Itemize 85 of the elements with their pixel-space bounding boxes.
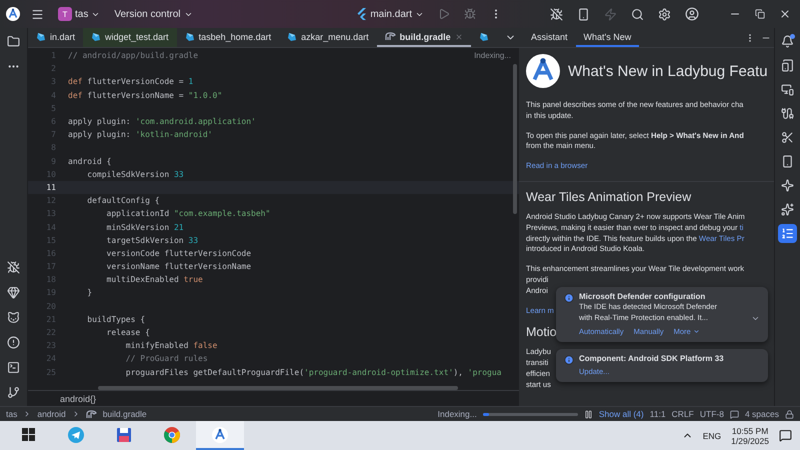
code-line: def flutterVersionName = "1.0.0"	[68, 90, 222, 100]
indexing-status: Indexing...	[438, 409, 477, 419]
project-selector[interactable]: T tas	[55, 5, 104, 23]
elephant-icon	[384, 32, 396, 41]
play-icon	[438, 8, 450, 20]
horizontal-scrollbar[interactable]	[98, 386, 458, 390]
notification-title: Component: Android SDK Platform 33	[579, 354, 724, 363]
editor-tab[interactable]: tasbeh_home.dart	[176, 28, 280, 47]
app-logo-icon	[212, 426, 228, 442]
editor-tab[interactable]: widget_test.dart	[83, 28, 177, 47]
bug-icon	[464, 8, 476, 20]
windows-icon	[22, 428, 34, 441]
editor-tab[interactable]: build.gradle	[376, 28, 471, 47]
code-line: versionName flutterVersionName	[106, 262, 252, 272]
language-indicator[interactable]: ENG	[702, 430, 722, 440]
version-control-menu[interactable]: Version control	[111, 6, 196, 22]
info-icon	[564, 355, 574, 365]
code-line: }	[86, 288, 92, 298]
indexing-label: Indexing...	[474, 51, 511, 60]
breadcrumb[interactable]: android{}	[60, 394, 96, 404]
code-line: android {	[68, 156, 112, 166]
code-line: // ProGuard rules	[124, 354, 208, 364]
breadcrumb-item[interactable]: android	[37, 409, 66, 419]
notification-title: Microsoft Defender configuration	[579, 292, 706, 301]
caret-icon	[692, 328, 700, 335]
code-line: def flutterVersionCode = 1	[68, 77, 194, 86]
indent-setting[interactable]: 4 spaces	[744, 409, 779, 419]
code-line: minifyEnabled false	[124, 341, 218, 350]
code-line: multiDexEnabled true	[106, 275, 203, 284]
expand-icon[interactable]	[751, 314, 760, 323]
browser-logo-icon	[164, 426, 180, 442]
code-line: apply plugin: 'com.android.application'	[68, 117, 256, 126]
list-icon[interactable]	[778, 224, 797, 243]
logo-icon	[357, 8, 368, 20]
file-icon	[287, 32, 298, 42]
panel-tab[interactable]: Assistant	[523, 28, 576, 47]
code-line: apply plugin: 'kotlin-android'	[68, 130, 212, 140]
code-line: defaultConfig {	[86, 196, 160, 206]
close-icon	[454, 32, 463, 40]
editor-tab[interactable]: in.dart	[28, 28, 84, 47]
encoding[interactable]: UTF-8	[700, 409, 724, 419]
code-line: applicationId "com.example.tasbeh"	[106, 209, 270, 218]
taskbar-app[interactable]	[196, 421, 244, 450]
line-separator[interactable]: CRLF	[672, 409, 694, 419]
clock-date[interactable]: 1/29/2025	[731, 436, 769, 446]
section-heading: Motio	[526, 325, 557, 340]
code-line: buildTypes {	[86, 314, 146, 324]
code-line: proguardFiles getDefaultProguardFile('proguard-android-optimize.txt'), 'progua	[124, 368, 502, 377]
search-icon	[631, 8, 644, 20]
code-line: compileSdkVersion 33	[86, 170, 184, 179]
section-heading: Wear Tiles Animation Preview	[526, 190, 692, 204]
pause-button[interactable]	[584, 410, 593, 418]
panel-title: What's New in Ladybug Featu	[568, 62, 768, 80]
code-line: minSdkVersion 21	[106, 222, 184, 232]
caret-position[interactable]: 11:1	[650, 409, 666, 419]
code-line: versionCode flutterVersionCode	[106, 248, 252, 258]
run-configuration[interactable]: main.dart	[354, 6, 427, 22]
project-badge: T	[58, 7, 72, 21]
code-line: // android/app/build.gradle	[68, 51, 198, 60]
clock-time[interactable]: 10:55 PM	[732, 426, 768, 436]
app-logo-icon	[526, 54, 560, 88]
menu-icon	[31, 8, 44, 20]
unread-dot	[790, 34, 795, 39]
panel-tab[interactable]: What's New	[576, 28, 640, 47]
code-line: release {	[106, 328, 150, 338]
file-icon	[184, 32, 195, 42]
notification-center-icon	[779, 429, 792, 442]
line-number: 11	[45, 182, 57, 192]
code-line: targetSdkVersion 33	[106, 236, 198, 245]
file-icon	[36, 32, 46, 42]
file-icon	[478, 32, 489, 42]
elephant-icon	[86, 410, 97, 418]
lock-icon	[785, 410, 794, 418]
vertical-scrollbar[interactable]	[513, 64, 517, 214]
breadcrumb-item[interactable]: build.gradle	[102, 409, 147, 419]
restore-icon	[755, 9, 765, 19]
paper-plane-icon	[68, 426, 84, 442]
close-icon	[779, 8, 791, 20]
info-icon	[564, 293, 574, 303]
editor-tab[interactable]: azkar_menu.dart	[279, 28, 377, 47]
breadcrumb-item[interactable]: tas	[6, 409, 18, 419]
show-all-link[interactable]: Show all (4)	[598, 409, 644, 419]
comment-icon	[730, 410, 739, 418]
app-logo-icon	[6, 7, 20, 21]
file-icon	[91, 32, 102, 42]
